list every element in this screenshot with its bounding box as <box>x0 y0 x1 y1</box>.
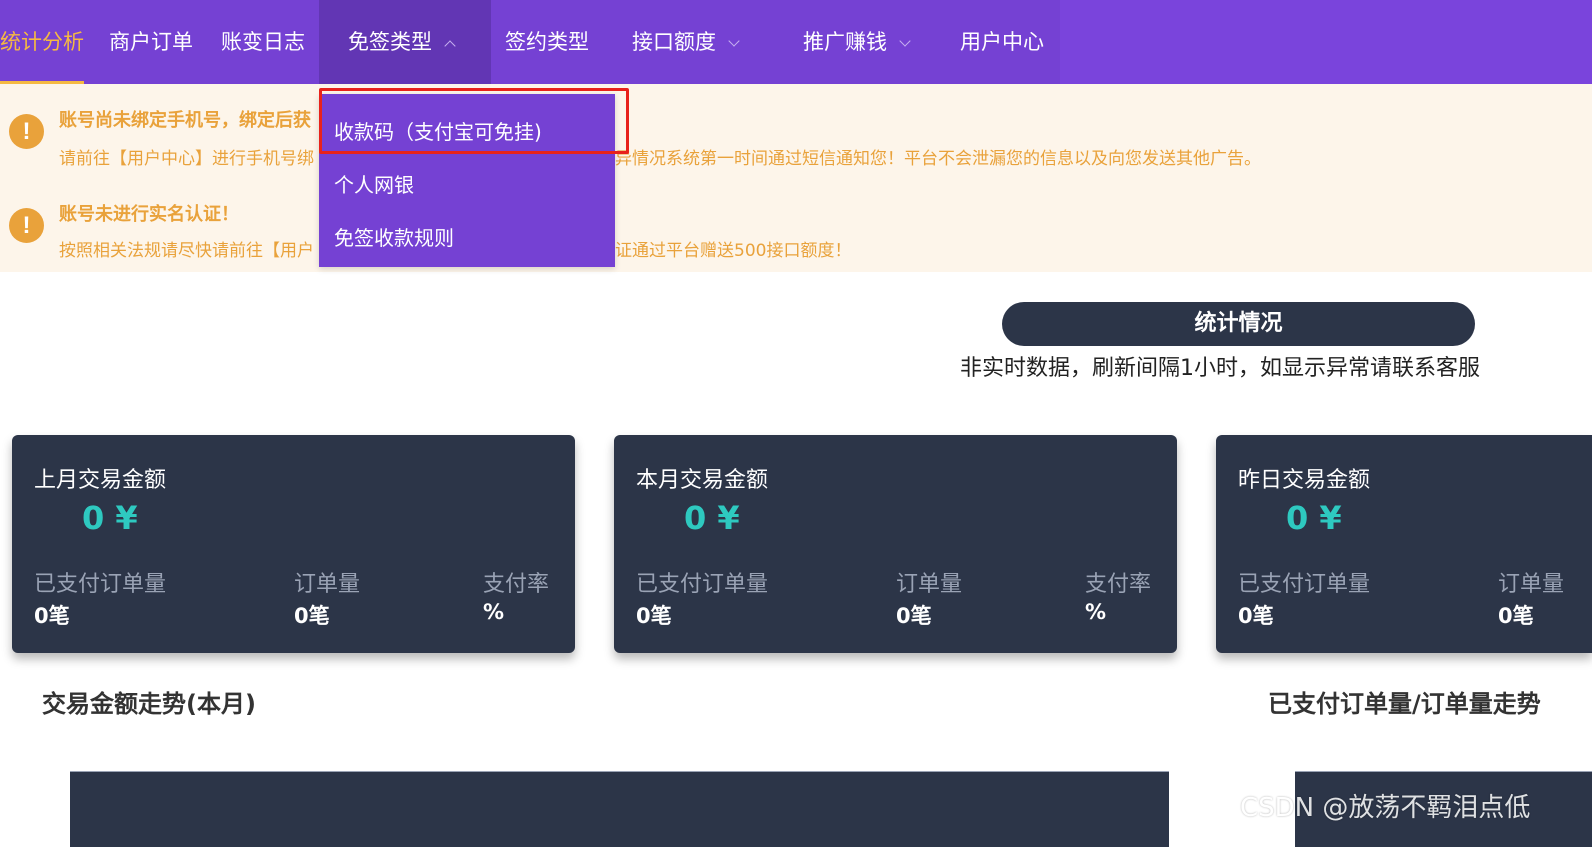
nav-item-label: 接口额度 <box>632 30 716 54</box>
paid-orders-value: 0笔 <box>1238 604 1274 628</box>
orders-value: 0笔 <box>896 604 932 628</box>
chevron-down-icon <box>728 35 740 47</box>
nav-item-balance-log[interactable]: 账变日志 <box>221 0 305 84</box>
nav-item-contract-type[interactable]: 签约类型 <box>505 0 589 84</box>
nav-item-api-quota[interactable]: 接口额度 <box>632 0 740 84</box>
nav-right-area <box>1060 0 1592 84</box>
notice-description: 请前往【用户中心】进行手机号绑 <box>59 149 314 169</box>
card-amount: 0 ¥ <box>82 499 138 537</box>
section-title-amount-trend: 交易金额走势(本月) <box>42 690 256 718</box>
card-amount: 0 ¥ <box>1286 499 1342 537</box>
nav-item-label: 用户中心 <box>960 30 1044 54</box>
section-title-orders-trend: 已支付订单量/订单量走势 <box>1268 690 1541 718</box>
nav-item-label: 商户订单 <box>109 30 193 54</box>
notice-real-name: ! 账号未进行实名认证！ 按照相关法规请尽快请前往【用户 证通过平台赠送500接… <box>0 178 1592 272</box>
dropdown-item-free-sign-rules[interactable]: 免签收款规则 <box>334 222 454 251</box>
card-title: 昨日交易金额 <box>1238 468 1371 493</box>
paid-orders-value: 0笔 <box>636 604 672 628</box>
orders-value: 0笔 <box>294 604 330 628</box>
nav-item-label: 免签类型 <box>348 30 432 54</box>
pay-rate-label: 支付率 <box>483 572 550 597</box>
pay-rate-value: % <box>483 600 505 624</box>
card-amount: 0 ¥ <box>684 499 740 537</box>
pay-rate-value: % <box>1085 600 1107 624</box>
watermark: CSDN @放荡不羁泪点低 <box>1240 793 1531 823</box>
nav-item-promotion[interactable]: 推广赚钱 <box>803 0 911 84</box>
orders-value: 0笔 <box>1498 604 1534 628</box>
nav-item-label: 账变日志 <box>221 30 305 54</box>
card-title: 上月交易金额 <box>34 468 167 493</box>
chart-amount-trend <box>70 771 1169 847</box>
orders-label: 订单量 <box>1498 572 1565 597</box>
notice-bind-phone: ! 账号尚未绑定手机号，绑定后获 请前往【用户中心】进行手机号绑 异情况系统第一… <box>0 84 1592 178</box>
dropdown-item-personal-bank[interactable]: 个人网银 <box>334 169 414 198</box>
nav-item-label: 统计分析 <box>0 30 84 54</box>
paid-orders-label: 已支付订单量 <box>34 572 167 597</box>
paid-orders-value: 0笔 <box>34 604 70 628</box>
nav-item-user-center[interactable]: 用户中心 <box>960 0 1044 84</box>
notice-description: 按照相关法规请尽快请前往【用户 <box>59 241 314 261</box>
exclamation-icon: ! <box>9 208 44 243</box>
orders-label: 订单量 <box>294 572 361 597</box>
card-title: 本月交易金额 <box>636 468 769 493</box>
notice-panel: ! 账号尚未绑定手机号，绑定后获 请前往【用户中心】进行手机号绑 异情况系统第一… <box>0 84 1592 272</box>
notice-description-tail: 证通过平台赠送500接口额度！ <box>615 241 852 261</box>
paid-orders-label: 已支付订单量 <box>636 572 769 597</box>
nav-item-statistics[interactable]: 统计分析 <box>0 0 84 84</box>
stat-card-last-month: 上月交易金额 0 ¥ 已支付订单量 订单量 支付率 0笔 0笔 % <box>12 435 575 653</box>
nav-item-free-sign-type[interactable]: 免签类型 <box>319 0 491 84</box>
top-navigation: 统计分析 商户订单 账变日志 免签类型 签约类型 接口额度 推广赚钱 用户中心 <box>0 0 1592 84</box>
stat-card-this-month: 本月交易金额 0 ¥ 已支付订单量 订单量 支付率 0笔 0笔 % <box>614 435 1177 653</box>
pay-rate-label: 支付率 <box>1085 572 1152 597</box>
chevron-down-icon <box>899 35 911 47</box>
exclamation-icon: ! <box>9 114 44 149</box>
nav-item-merchant-orders[interactable]: 商户订单 <box>109 0 193 84</box>
nav-item-label: 推广赚钱 <box>803 30 887 54</box>
nav-item-label: 签约类型 <box>505 30 589 54</box>
notice-description-tail: 异情况系统第一时间通过短信通知您！平台不会泄漏您的信息以及向您发送其他广告。 <box>615 149 1261 169</box>
paid-orders-label: 已支付订单量 <box>1238 572 1371 597</box>
highlight-box <box>319 88 629 154</box>
stat-card-yesterday: 昨日交易金额 0 ¥ 已支付订单量 订单量 0笔 0笔 <box>1216 435 1592 653</box>
notice-title: 账号未进行实名认证！ <box>59 204 239 225</box>
stats-subtitle: 非实时数据，刷新间隔1小时，如显示异常请联系客服 <box>960 356 1480 381</box>
stats-title: 统计情况 <box>1002 302 1475 346</box>
chevron-up-icon <box>444 40 456 52</box>
notice-title: 账号尚未绑定手机号，绑定后获 <box>59 110 311 131</box>
orders-label: 订单量 <box>896 572 963 597</box>
